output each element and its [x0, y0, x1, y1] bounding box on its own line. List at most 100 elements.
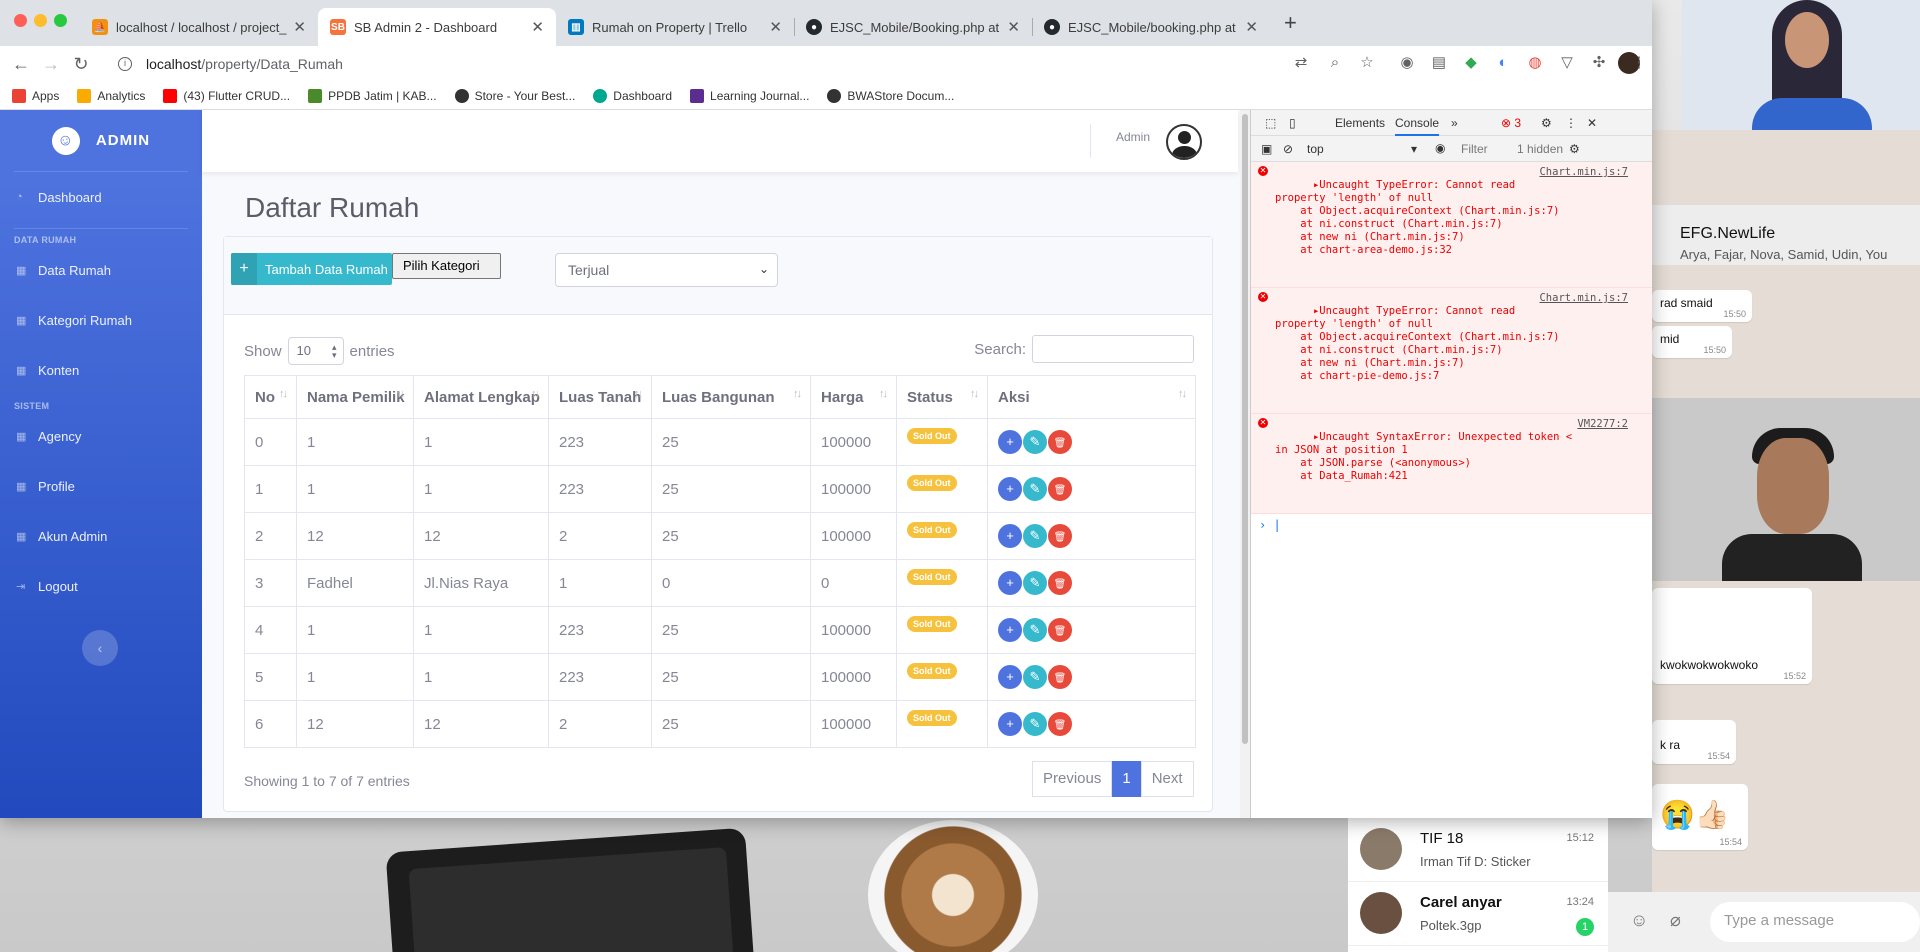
choose-category-button[interactable]: Pilih Kategori	[392, 253, 501, 279]
sidebar-item-konten[interactable]: ▦ Konten	[0, 345, 202, 395]
bookmark-item[interactable]: Analytics	[77, 88, 145, 103]
bookmark-item[interactable]: Store - Your Best...	[454, 88, 575, 103]
message-input[interactable]: Type a message	[1710, 902, 1920, 942]
delete-button[interactable]: 🗑	[1048, 571, 1072, 595]
add-button[interactable]: +	[998, 712, 1022, 736]
user-avatar[interactable]	[1166, 124, 1202, 160]
bookmark-item[interactable]: Apps	[12, 88, 59, 103]
device-toolbar-icon[interactable]: ▯	[1289, 116, 1296, 130]
sidebar-item-data-rumah[interactable]: ▦ Data Rumah	[0, 245, 202, 295]
sidebar-item-dashboard[interactable]: ◔ Dashboard	[0, 172, 202, 222]
zoom-icon[interactable]: ⌕	[1326, 54, 1344, 72]
error-count-badge[interactable]: ⊗ 3	[1501, 116, 1521, 130]
console-error[interactable]: ✕ ▸Uncaught TypeError: Cannot read proper…	[1251, 162, 1652, 288]
user-name[interactable]: Admin	[1116, 130, 1150, 144]
tab-console[interactable]: Console	[1395, 116, 1440, 136]
sidebar-toggle-icon[interactable]: ▣	[1261, 142, 1272, 156]
maximize-window-button[interactable]	[54, 14, 67, 27]
chat-list-item[interactable]: Carel anyar Poltek.3gp 13:24 1	[1348, 882, 1608, 946]
console-settings-icon[interactable]: ⚙	[1569, 142, 1580, 156]
edit-button[interactable]: ✎	[1023, 712, 1047, 736]
forward-arrow-icon[interactable]: →	[36, 54, 66, 75]
column-header[interactable]: Status ↑↓	[896, 375, 988, 419]
extension-icon[interactable]: ▤	[1430, 54, 1448, 72]
puzzle-icon[interactable]: ✣	[1590, 54, 1608, 72]
sidebar-item-akun-admin[interactable]: ▦ Akun Admin	[0, 511, 202, 561]
edit-button[interactable]: ✎	[1023, 665, 1047, 689]
previous-page-button[interactable]: Previous	[1032, 761, 1113, 797]
column-header[interactable]: Luas Bangunan ↑↓	[651, 375, 811, 419]
bookmark-item[interactable]: (43) Flutter CRUD...	[163, 88, 290, 103]
delete-button[interactable]: 🗑	[1048, 665, 1072, 689]
column-header[interactable]: Nama Pemilik ↑↓	[296, 375, 414, 419]
edit-button[interactable]: ✎	[1023, 430, 1047, 454]
delete-button[interactable]: 🗑	[1048, 618, 1072, 642]
devtools-menu-icon[interactable]: ⋮	[1565, 116, 1577, 130]
browser-tab-active[interactable]: SB SB Admin 2 - Dashboard ✕	[318, 8, 556, 46]
sidebar-item-kategori[interactable]: ▦ Kategori Rumah	[0, 295, 202, 345]
tab-elements[interactable]: Elements	[1335, 116, 1385, 130]
sidebar-item-logout[interactable]: ⇥ Logout	[0, 561, 202, 611]
edit-button[interactable]: ✎	[1023, 477, 1047, 501]
next-page-button[interactable]: Next	[1140, 761, 1194, 797]
info-icon[interactable]: i	[118, 57, 132, 71]
filter-input[interactable]: Filter	[1461, 142, 1488, 156]
delete-button[interactable]: 🗑	[1048, 712, 1072, 736]
browser-tab[interactable]: ● EJSC_Mobile/booking.php at m ✕	[1032, 8, 1270, 46]
close-tab-icon[interactable]: ✕	[531, 18, 544, 36]
bookmark-star-icon[interactable]: ☆	[1358, 54, 1376, 72]
error-source-link[interactable]: Chart.min.js:7	[1539, 292, 1628, 305]
chat-header[interactable]: EFG.NewLife Arya, Fajar, Nova, Samid, Ud…	[1652, 205, 1920, 265]
extension-icon[interactable]: ◍	[1526, 54, 1544, 72]
page-scrollbar[interactable]	[1240, 110, 1250, 818]
close-tab-icon[interactable]: ✕	[769, 18, 782, 36]
edit-button[interactable]: ✎	[1023, 618, 1047, 642]
column-header[interactable]: Alamat Lengkap ↑↓	[413, 375, 549, 419]
bookmark-item[interactable]: Learning Journal...	[690, 88, 809, 103]
column-header[interactable]: Luas Tanah ↑↓	[548, 375, 652, 419]
add-button[interactable]: +	[998, 571, 1022, 595]
more-tabs-icon[interactable]: »	[1451, 116, 1458, 130]
error-source-link[interactable]: Chart.min.js:7	[1539, 166, 1628, 179]
address-bar[interactable]: i localhost/property/Data_Rumah	[108, 50, 1652, 78]
close-tab-icon[interactable]: ✕	[1245, 18, 1258, 36]
bookmark-item[interactable]: BWAStore Docum...	[827, 88, 954, 103]
sidebar-item-agency[interactable]: ▦ Agency	[0, 411, 202, 461]
edit-button[interactable]: ✎	[1023, 524, 1047, 548]
chat-list-item[interactable]: TIF 18 Irman Tif D: Sticker 15:12	[1348, 818, 1608, 882]
close-window-button[interactable]	[14, 14, 27, 27]
attach-icon[interactable]: ⌀	[1670, 910, 1681, 931]
clear-console-icon[interactable]: ⊘	[1283, 142, 1293, 156]
column-header[interactable]: No ↑↓	[244, 375, 297, 419]
extension-icon[interactable]: ◆	[1462, 54, 1480, 72]
translate-icon[interactable]: ⇄	[1292, 54, 1310, 72]
delete-button[interactable]: 🗑	[1048, 430, 1072, 454]
menu-dots-icon[interactable]: ⋮	[1630, 54, 1648, 72]
reload-icon[interactable]: ↻	[66, 54, 96, 75]
context-select[interactable]: top ▾	[1307, 142, 1417, 156]
error-source-link[interactable]: VM2277:2	[1577, 418, 1628, 431]
back-arrow-icon[interactable]: ←	[6, 54, 36, 75]
extension-icon[interactable]: ◐	[1494, 54, 1512, 72]
browser-tab[interactable]: ● EJSC_Mobile/Booking.php at m ✕	[794, 8, 1032, 46]
column-header[interactable]: Harga ↑↓	[810, 375, 897, 419]
add-house-button[interactable]: + Tambah Data Rumah	[231, 253, 392, 285]
sidebar-toggle-button[interactable]: ‹	[82, 630, 118, 666]
delete-button[interactable]: 🗑	[1048, 477, 1072, 501]
browser-tab[interactable]: ⛵ localhost / localhost / project_p ✕	[80, 8, 318, 46]
console-error[interactable]: ✕ ▸Uncaught TypeError: Cannot read proper…	[1251, 288, 1652, 414]
close-tab-icon[interactable]: ✕	[1007, 18, 1020, 36]
add-button[interactable]: +	[998, 477, 1022, 501]
add-button[interactable]: +	[998, 618, 1022, 642]
console-prompt[interactable]: › |	[1251, 514, 1652, 536]
sidebar-item-profile[interactable]: ▦ Profile	[0, 461, 202, 511]
add-button[interactable]: +	[998, 430, 1022, 454]
minimize-window-button[interactable]	[34, 14, 47, 27]
settings-gear-icon[interactable]: ⚙	[1541, 116, 1552, 130]
search-input[interactable]	[1032, 335, 1194, 363]
edit-button[interactable]: ✎	[1023, 571, 1047, 595]
console-error[interactable]: ✕ ▸Uncaught SyntaxError: Unexpected token…	[1251, 414, 1652, 514]
new-tab-button[interactable]: +	[1284, 10, 1297, 36]
status-select[interactable]: Terjual ⌄	[555, 253, 778, 287]
extension-icon[interactable]: ▽	[1558, 54, 1576, 72]
